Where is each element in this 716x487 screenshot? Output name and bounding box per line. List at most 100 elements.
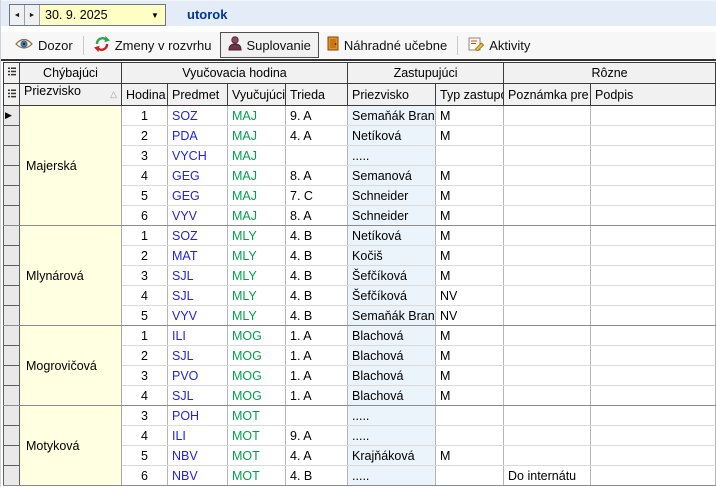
trieda-cell[interactable]: 4. B — [286, 286, 348, 306]
podpis-cell[interactable] — [591, 246, 716, 266]
hodina-cell[interactable]: 5 — [122, 446, 168, 466]
vyucujuci-cell[interactable]: MOG — [228, 346, 286, 366]
hodina-cell[interactable]: 6 — [122, 466, 168, 486]
poznamka-cell[interactable] — [504, 426, 591, 446]
column-header-trieda[interactable]: Trieda — [286, 84, 348, 106]
predmet-cell[interactable]: VYV — [168, 206, 228, 226]
predmet-cell[interactable]: GEG — [168, 186, 228, 206]
suplovanie-button[interactable]: Suplovanie — [220, 32, 319, 58]
typ-zastupovania-cell[interactable] — [436, 466, 504, 486]
absent-teacher-cell[interactable]: Mogrovičová — [20, 326, 122, 406]
vyucujuci-cell[interactable]: MAJ — [228, 206, 286, 226]
hodina-cell[interactable]: 1 — [122, 326, 168, 346]
zastupujuci-cell[interactable]: ..... — [348, 146, 436, 166]
vyucujuci-cell[interactable]: MOT — [228, 446, 286, 466]
trieda-cell[interactable] — [286, 146, 348, 166]
typ-zastupovania-cell[interactable]: M — [436, 106, 504, 126]
podpis-cell[interactable] — [591, 186, 716, 206]
row-selector[interactable] — [4, 366, 20, 386]
trieda-cell[interactable]: 1. A — [286, 386, 348, 406]
typ-zastupovania-cell[interactable]: M — [436, 446, 504, 466]
zastupujuci-cell[interactable]: Netíková — [348, 126, 436, 146]
typ-zastupovania-cell[interactable] — [436, 146, 504, 166]
typ-zastupovania-cell[interactable]: M — [436, 266, 504, 286]
hodina-cell[interactable]: 5 — [122, 306, 168, 326]
calendar-dropdown-button[interactable]: ▼ — [145, 5, 165, 25]
absent-teacher-cell[interactable]: Motyková — [20, 406, 122, 486]
vyucujuci-cell[interactable]: MAJ — [228, 106, 286, 126]
vyucujuci-cell[interactable]: MOG — [228, 326, 286, 346]
vyucujuci-cell[interactable]: MAJ — [228, 146, 286, 166]
hodina-cell[interactable]: 2 — [122, 346, 168, 366]
podpis-cell[interactable] — [591, 146, 716, 166]
row-selector[interactable] — [4, 346, 20, 366]
hodina-cell[interactable]: 5 — [122, 186, 168, 206]
hodina-cell[interactable]: 4 — [122, 166, 168, 186]
zastupujuci-cell[interactable]: ..... — [348, 426, 436, 446]
hodina-cell[interactable]: 6 — [122, 206, 168, 226]
zastupujuci-cell[interactable]: Semaňák Brando — [348, 306, 436, 326]
vyucujuci-cell[interactable]: MAJ — [228, 126, 286, 146]
typ-zastupovania-cell[interactable]: M — [436, 226, 504, 246]
row-selector[interactable] — [4, 406, 20, 426]
date-picker[interactable]: ◄ ► 30. 9. 2025 ▼ — [9, 4, 166, 26]
typ-zastupovania-cell[interactable]: M — [436, 186, 504, 206]
hodina-cell[interactable]: 1 — [122, 226, 168, 246]
predmet-cell[interactable]: ILI — [168, 426, 228, 446]
vyucujuci-cell[interactable]: MOG — [228, 366, 286, 386]
poznamka-cell[interactable] — [504, 146, 591, 166]
row-selector[interactable] — [4, 466, 20, 486]
poznamka-cell[interactable] — [504, 206, 591, 226]
zmeny-v-rozvrhu-button[interactable]: Zmeny v rozvrhu — [86, 32, 220, 59]
zastupujuci-cell[interactable]: Blachová — [348, 346, 436, 366]
predmet-cell[interactable]: SJL — [168, 286, 228, 306]
predmet-cell[interactable]: PDA — [168, 126, 228, 146]
zastupujuci-cell[interactable]: ..... — [348, 466, 436, 486]
zastupujuci-cell[interactable]: Šefčíková — [348, 286, 436, 306]
typ-zastupovania-cell[interactable] — [436, 426, 504, 446]
zastupujuci-cell[interactable]: Šefčíková — [348, 266, 436, 286]
zastupujuci-cell[interactable]: ..... — [348, 406, 436, 426]
poznamka-cell[interactable] — [504, 386, 591, 406]
poznamka-cell[interactable] — [504, 326, 591, 346]
trieda-cell[interactable]: 4. A — [286, 446, 348, 466]
trieda-cell[interactable]: 4. B — [286, 246, 348, 266]
vyucujuci-cell[interactable]: MAJ — [228, 166, 286, 186]
vyucujuci-cell[interactable]: MLY — [228, 246, 286, 266]
nahradne-ucebne-button[interactable]: Náhradné učebne — [319, 32, 455, 58]
poznamka-cell[interactable] — [504, 306, 591, 326]
row-selector[interactable] — [4, 426, 20, 446]
row-selector[interactable] — [4, 166, 20, 186]
predmet-cell[interactable]: PVO — [168, 366, 228, 386]
typ-zastupovania-cell[interactable]: M — [436, 126, 504, 146]
podpis-cell[interactable] — [591, 386, 716, 406]
row-selector[interactable] — [4, 306, 20, 326]
hodina-cell[interactable]: 2 — [122, 246, 168, 266]
date-field[interactable]: 30. 9. 2025 — [40, 5, 145, 25]
podpis-cell[interactable] — [591, 166, 716, 186]
absent-teacher-cell[interactable]: Mlynárová — [20, 226, 122, 326]
vyucujuci-cell[interactable]: MAJ — [228, 186, 286, 206]
poznamka-cell[interactable] — [504, 186, 591, 206]
predmet-cell[interactable]: SOZ — [168, 106, 228, 126]
row-selector[interactable] — [4, 146, 20, 166]
hodina-cell[interactable]: 4 — [122, 286, 168, 306]
column-header-hodina[interactable]: Hodina — [122, 84, 168, 106]
row-selector[interactable] — [4, 446, 20, 466]
column-header-podpis[interactable]: Podpis — [591, 84, 716, 106]
hodina-cell[interactable]: 3 — [122, 266, 168, 286]
hodina-cell[interactable]: 3 — [122, 406, 168, 426]
trieda-cell[interactable]: 9. A — [286, 426, 348, 446]
hodina-cell[interactable]: 3 — [122, 146, 168, 166]
trieda-cell[interactable] — [286, 406, 348, 426]
column-header-vyucujuci[interactable]: Vyučujúci — [228, 84, 286, 106]
row-selector[interactable]: ▶ — [4, 106, 20, 126]
predmet-cell[interactable]: SJL — [168, 266, 228, 286]
predmet-cell[interactable]: SOZ — [168, 226, 228, 246]
hodina-cell[interactable]: 1 — [122, 106, 168, 126]
row-selector[interactable] — [4, 186, 20, 206]
vyucujuci-cell[interactable]: MOT — [228, 426, 286, 446]
poznamka-cell[interactable] — [504, 346, 591, 366]
zastupujuci-cell[interactable]: Semaňák Brando — [348, 106, 436, 126]
typ-zastupovania-cell[interactable]: M — [436, 246, 504, 266]
